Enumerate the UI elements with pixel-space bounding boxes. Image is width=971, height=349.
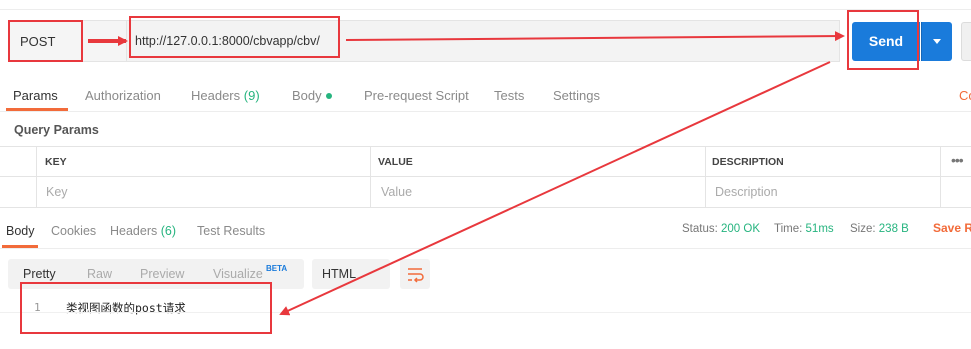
response-tabs-divider bbox=[0, 248, 971, 249]
wrap-lines-icon bbox=[408, 268, 424, 283]
params-col-divider bbox=[370, 146, 371, 208]
format-tab-pretty[interactable]: Pretty bbox=[23, 267, 56, 281]
annotation-box-method bbox=[8, 20, 83, 62]
column-value: VALUE bbox=[378, 156, 413, 168]
status-value: 200 OK bbox=[721, 223, 761, 235]
body-indicator-dot bbox=[325, 92, 332, 99]
time-readout: Time: 51ms bbox=[774, 223, 834, 235]
beta-badge: BETA bbox=[266, 264, 288, 273]
tab-authorization[interactable]: Authorization bbox=[85, 88, 161, 103]
time-value: 51ms bbox=[805, 223, 834, 235]
tab-pre-request-script[interactable]: Pre-request Script bbox=[364, 88, 469, 103]
tab-headers-count: (9) bbox=[243, 88, 260, 103]
more-options-icon[interactable]: ••• bbox=[951, 152, 964, 168]
tab-body[interactable]: Body bbox=[292, 88, 332, 103]
params-col-divider bbox=[705, 146, 706, 208]
cookies-link[interactable]: Co bbox=[959, 88, 971, 103]
response-tab-body[interactable]: Body bbox=[6, 224, 35, 238]
tab-params[interactable]: Params bbox=[13, 88, 58, 103]
language-label[interactable]: HTML bbox=[322, 267, 356, 281]
query-params-title: Query Params bbox=[14, 123, 99, 137]
size-readout: Size: 238 B bbox=[850, 223, 909, 235]
format-tab-preview[interactable]: Preview bbox=[140, 267, 184, 281]
param-key-input[interactable]: Key bbox=[46, 185, 68, 199]
column-description: DESCRIPTION bbox=[712, 156, 784, 168]
tab-body-label: Body bbox=[292, 88, 322, 103]
response-tab-cookies[interactable]: Cookies bbox=[51, 224, 96, 238]
annotation-box-send bbox=[847, 10, 919, 70]
status-label: Status: bbox=[682, 223, 718, 235]
top-strip bbox=[0, 0, 971, 10]
format-tab-raw[interactable]: Raw bbox=[87, 267, 112, 281]
tabs-divider bbox=[0, 111, 971, 112]
response-tab-headers-count: (6) bbox=[160, 224, 177, 238]
chevron-down-icon bbox=[933, 39, 941, 44]
tab-headers-label: Headers bbox=[191, 88, 241, 103]
time-label: Time: bbox=[774, 223, 803, 235]
annotation-box-url bbox=[129, 16, 340, 58]
tab-settings[interactable]: Settings bbox=[553, 88, 600, 103]
save-button[interactable] bbox=[961, 22, 971, 61]
annotation-box-response bbox=[20, 282, 272, 334]
size-value: 238 B bbox=[878, 223, 909, 235]
send-options-button[interactable] bbox=[921, 22, 952, 61]
params-row-divider bbox=[0, 176, 971, 177]
size-label: Size: bbox=[850, 223, 876, 235]
wrap-lines-button[interactable] bbox=[400, 259, 430, 289]
param-value-input[interactable]: Value bbox=[381, 185, 412, 199]
param-description-input[interactable]: Description bbox=[715, 185, 778, 199]
params-col-divider bbox=[36, 146, 37, 208]
column-key: KEY bbox=[45, 156, 67, 168]
params-table bbox=[0, 146, 971, 208]
save-response-button[interactable]: Save R bbox=[933, 221, 971, 235]
response-tab-headers-label: Headers bbox=[110, 224, 158, 238]
tab-tests[interactable]: Tests bbox=[494, 88, 524, 103]
tab-headers[interactable]: Headers (9) bbox=[191, 88, 260, 103]
params-col-divider bbox=[940, 146, 941, 208]
response-tab-headers[interactable]: Headers (6) bbox=[110, 224, 176, 238]
response-tab-test-results[interactable]: Test Results bbox=[197, 224, 265, 238]
status-readout: Status: 200 OK bbox=[682, 223, 760, 235]
format-tab-visualize[interactable]: Visualize bbox=[213, 267, 263, 281]
